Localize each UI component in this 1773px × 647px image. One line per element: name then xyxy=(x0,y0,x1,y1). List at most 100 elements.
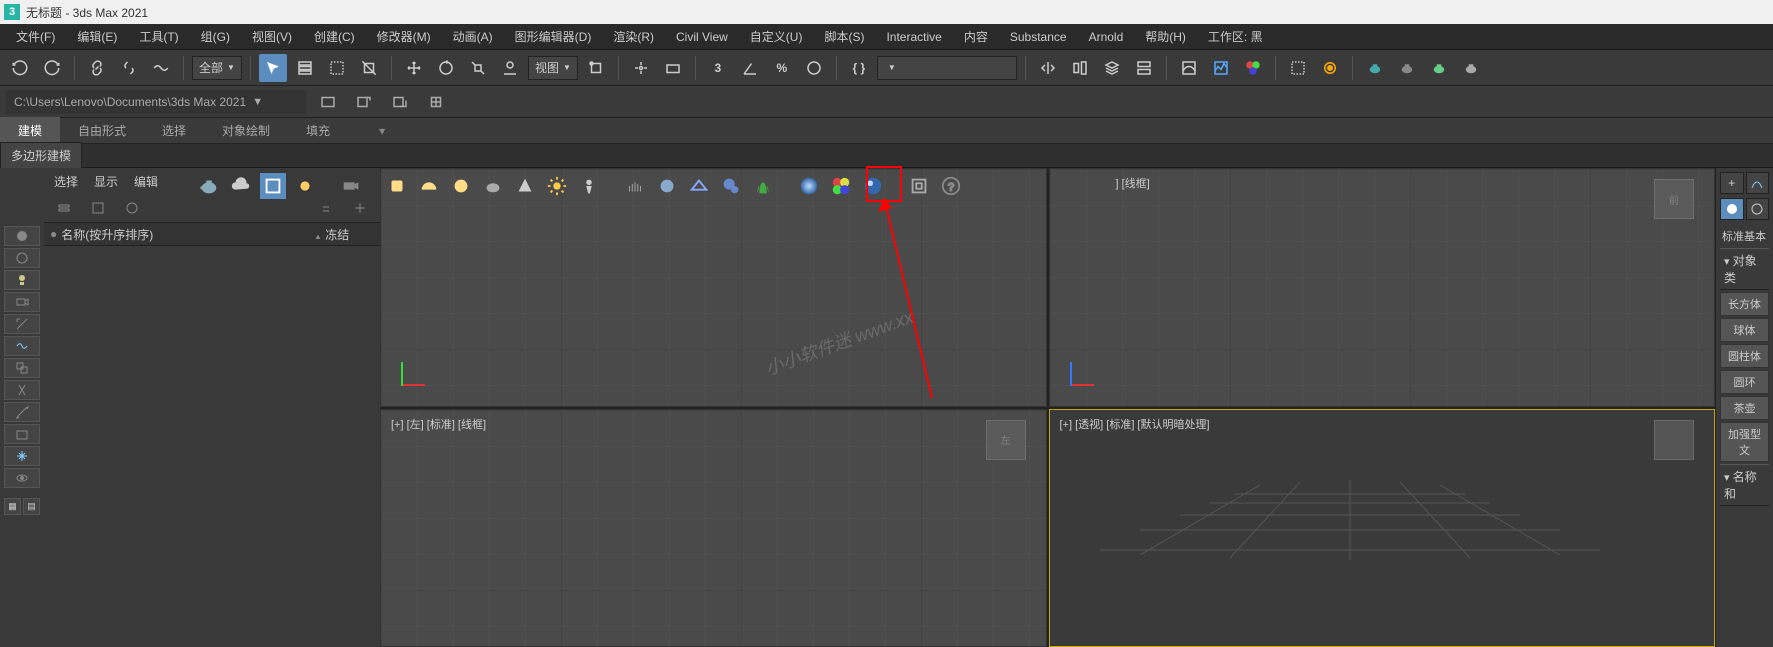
link-button[interactable] xyxy=(83,54,111,82)
menu-scripting[interactable]: 脚本(S) xyxy=(814,24,874,49)
schematic-view-button[interactable] xyxy=(1207,54,1235,82)
cp-modify-button[interactable] xyxy=(1746,172,1770,194)
select-name-button[interactable] xyxy=(291,54,319,82)
vray-proxy-icon[interactable] xyxy=(654,173,680,199)
menu-interactive[interactable]: Interactive xyxy=(876,26,951,48)
vray-help-icon[interactable]: ? xyxy=(938,173,964,199)
menu-animation[interactable]: 动画(A) xyxy=(443,24,503,49)
undo-button[interactable] xyxy=(6,54,34,82)
cp-object-type-header[interactable]: ▾ 对象类 xyxy=(1720,248,1769,290)
tab-freeform[interactable]: 自由形式 xyxy=(60,117,144,144)
move-button[interactable] xyxy=(400,54,428,82)
filter-hidden-icon[interactable] xyxy=(4,468,40,488)
menu-workspace[interactable]: 工作区: 黑 xyxy=(1198,24,1273,49)
vray-fur-icon[interactable] xyxy=(622,173,648,199)
se-small1-icon[interactable]: ▦ xyxy=(4,498,21,515)
tab-object-paint[interactable]: 对象绘制 xyxy=(204,117,288,144)
vray-frame-icon[interactable] xyxy=(260,173,286,199)
render-frame-button[interactable] xyxy=(1316,54,1344,82)
path-icon3[interactable] xyxy=(386,88,414,116)
se-tab-edit[interactable]: 编辑 xyxy=(134,173,158,190)
vray-lister-icon[interactable] xyxy=(860,173,886,199)
se-tool2-icon[interactable] xyxy=(84,194,112,222)
render-teapot-button[interactable] xyxy=(1361,54,1389,82)
vray-tool-icon[interactable] xyxy=(906,173,932,199)
filter-xref-icon[interactable] xyxy=(4,380,40,400)
snap-toggle-button[interactable]: 3 xyxy=(704,54,732,82)
tab-selection[interactable]: 选择 xyxy=(144,117,204,144)
menu-views[interactable]: 视图(V) xyxy=(242,24,302,49)
render-teapot4-button[interactable] xyxy=(1457,54,1485,82)
curve-editor-button[interactable] xyxy=(1175,54,1203,82)
filter-spacewarps-icon[interactable] xyxy=(4,336,40,356)
vray-cone-icon[interactable] xyxy=(512,173,538,199)
se-tool3-icon[interactable] xyxy=(118,194,146,222)
se-col-freeze[interactable]: 冻结 xyxy=(325,228,349,242)
project-path[interactable]: C:\Users\Lenovo\Documents\3ds Max 2021 ▼ xyxy=(6,90,306,114)
cp-name-color-header[interactable]: ▾ 名称和 xyxy=(1720,464,1769,506)
rotate-button[interactable] xyxy=(432,54,460,82)
vray-dome-light-icon[interactable] xyxy=(416,173,442,199)
named-selection-button[interactable]: { } xyxy=(845,54,873,82)
unlink-button[interactable] xyxy=(115,54,143,82)
menu-group[interactable]: 组(G) xyxy=(191,24,240,49)
cp-textplus-button[interactable]: 加强型文 xyxy=(1720,422,1769,462)
vray-ies-icon[interactable] xyxy=(576,173,602,199)
path-icon2[interactable] xyxy=(350,88,378,116)
cp-box-button[interactable]: 长方体 xyxy=(1720,292,1769,316)
path-icon4[interactable] xyxy=(422,88,450,116)
menu-create[interactable]: 创建(C) xyxy=(304,24,365,49)
menu-modifiers[interactable]: 修改器(M) xyxy=(367,24,441,49)
cp-create-button[interactable]: + xyxy=(1720,172,1744,194)
vray-teapot-icon[interactable] xyxy=(196,173,222,199)
viewport-perspective[interactable]: [+] [透视] [标准] [默认明暗处理] xyxy=(1049,409,1716,647)
viewcube-left[interactable]: 左 xyxy=(986,420,1026,460)
render-teapot3-button[interactable] xyxy=(1425,54,1453,82)
menu-customize[interactable]: 自定义(U) xyxy=(740,24,813,49)
tab-modeling[interactable]: 建模 xyxy=(0,117,60,144)
menu-content[interactable]: 内容 xyxy=(954,24,998,49)
tab-populate[interactable]: 填充 xyxy=(288,117,348,144)
ribbon-pin-button[interactable]: ▾ xyxy=(368,117,396,145)
menu-help[interactable]: 帮助(H) xyxy=(1135,24,1196,49)
menu-file[interactable]: 文件(F) xyxy=(6,24,65,49)
named-selection-dropdown[interactable]: ▼ xyxy=(877,56,1017,80)
se-col-name[interactable]: ●名称(按升序排序) xyxy=(50,226,314,243)
bind-spacewarp-button[interactable] xyxy=(147,54,175,82)
cp-torus-button[interactable]: 圆环 xyxy=(1720,370,1769,394)
filter-geometry-icon[interactable] xyxy=(4,226,40,246)
filter-container-icon[interactable] xyxy=(4,424,40,444)
select-region-button[interactable] xyxy=(323,54,351,82)
filter-shapes-icon[interactable] xyxy=(4,248,40,268)
cp-teapot-button[interactable]: 茶壶 xyxy=(1720,396,1769,420)
vray-sun-icon[interactable] xyxy=(292,173,318,199)
ribbon-button[interactable] xyxy=(1130,54,1158,82)
menu-tools[interactable]: 工具(T) xyxy=(129,24,188,49)
align-button[interactable] xyxy=(1066,54,1094,82)
vray-grass-icon[interactable] xyxy=(750,173,776,199)
selection-filter-dropdown[interactable]: 全部▼ xyxy=(192,56,242,80)
path-icon1[interactable] xyxy=(314,88,342,116)
vray-material-icon[interactable] xyxy=(828,173,854,199)
material-editor-button[interactable] xyxy=(1239,54,1267,82)
menu-rendering[interactable]: 渲染(R) xyxy=(603,24,664,49)
manipulate-button[interactable] xyxy=(627,54,655,82)
viewport-left[interactable]: [+] [左] [标准] [线框] 左 xyxy=(380,409,1047,647)
filter-cameras-icon[interactable] xyxy=(4,292,40,312)
scale-button[interactable] xyxy=(464,54,492,82)
se-tab-select[interactable]: 选择 xyxy=(54,173,78,190)
cp-cylinder-button[interactable]: 圆柱体 xyxy=(1720,344,1769,368)
percent-snap-button[interactable]: % xyxy=(768,54,796,82)
cp-geometry-button[interactable] xyxy=(1720,198,1744,220)
filter-frozen-icon[interactable] xyxy=(4,446,40,466)
se-tab-display[interactable]: 显示 xyxy=(94,173,118,190)
menu-civil-view[interactable]: Civil View xyxy=(666,26,738,48)
vray-plane-icon[interactable] xyxy=(686,173,712,199)
se-small2-icon[interactable]: ▤ xyxy=(23,498,40,515)
vray-sun2-icon[interactable] xyxy=(544,173,570,199)
placement-button[interactable] xyxy=(496,54,524,82)
vray-sphere-icon[interactable] xyxy=(796,173,822,199)
pivot-button[interactable] xyxy=(582,54,610,82)
coord-sys-dropdown[interactable]: 视图▼ xyxy=(528,56,578,80)
menu-graph-editors[interactable]: 图形编辑器(D) xyxy=(505,24,602,49)
